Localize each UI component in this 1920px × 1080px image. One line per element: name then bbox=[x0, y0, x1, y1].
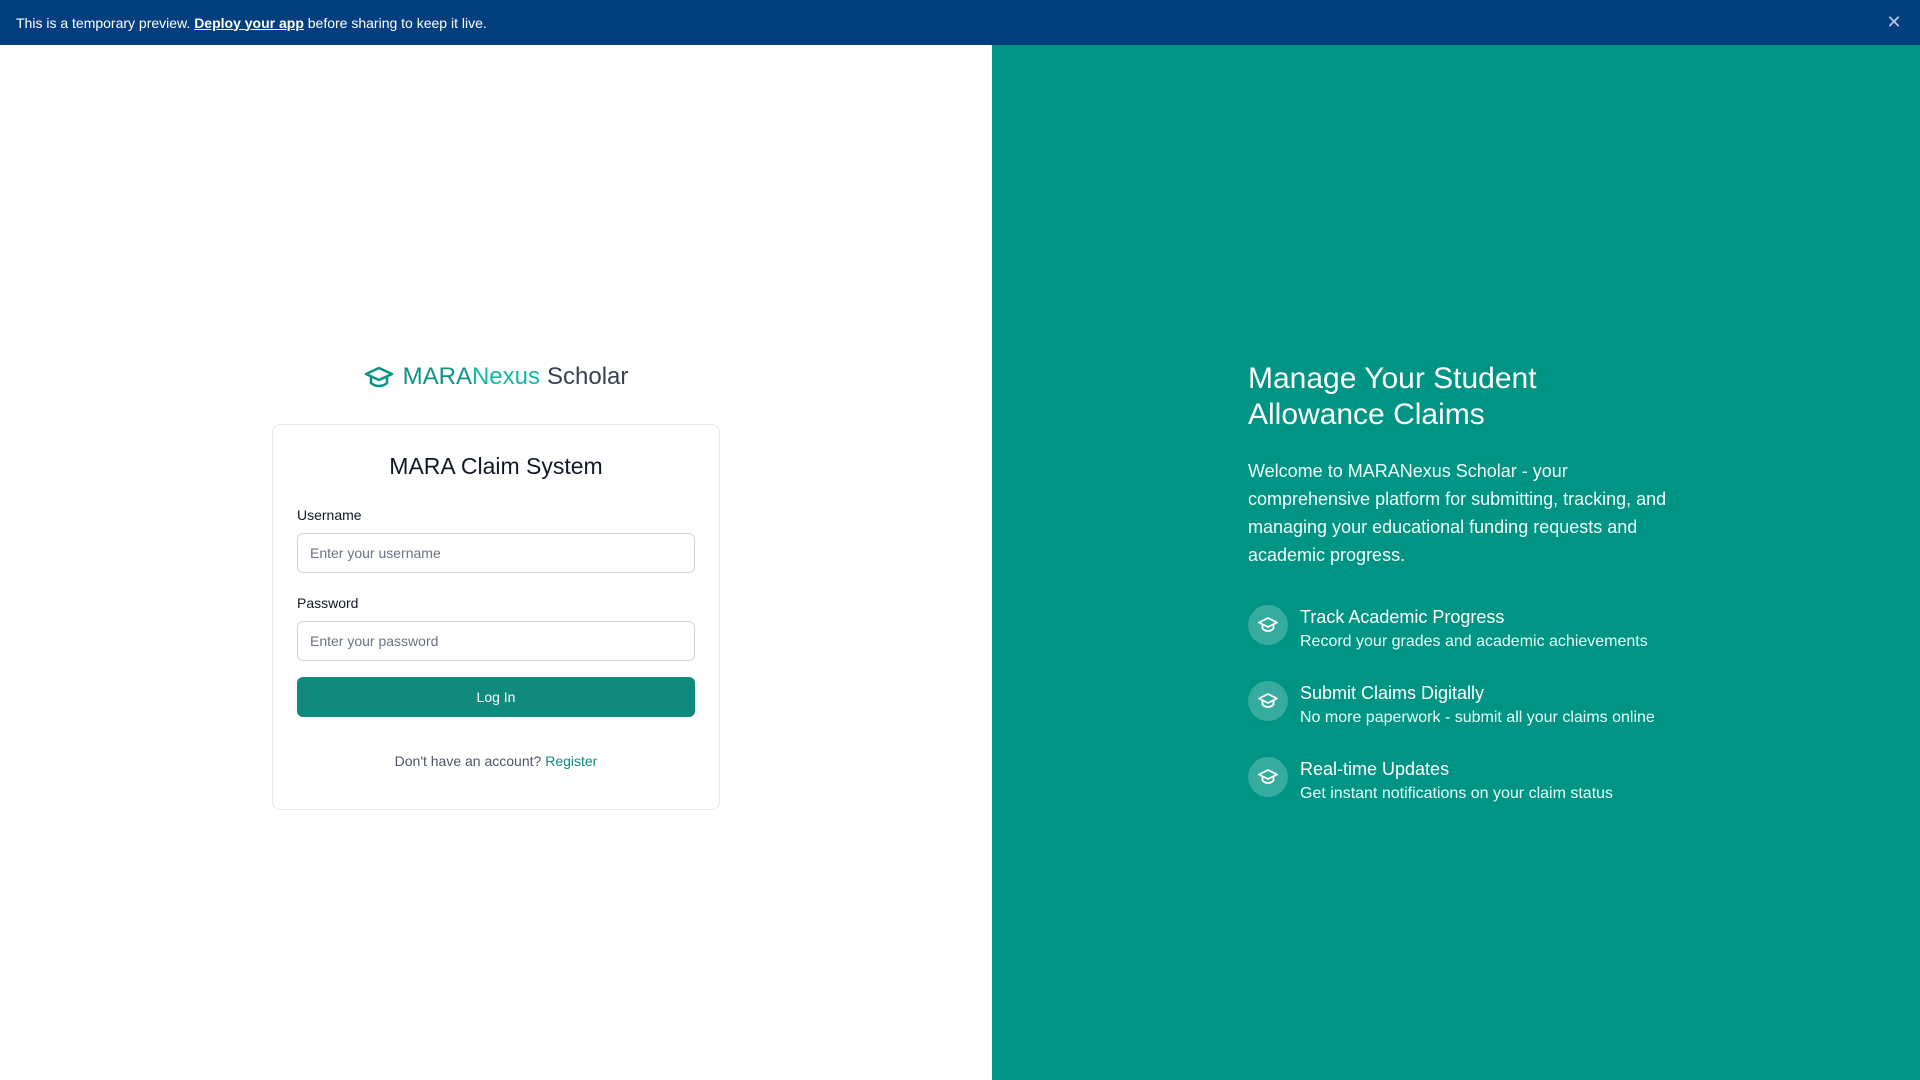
promo-content: Manage Your Student Allowance Claims Wel… bbox=[1248, 361, 1688, 833]
brand-name-scholar: Scholar bbox=[547, 363, 629, 390]
promo-panel: Manage Your Student Allowance Claims Wel… bbox=[992, 45, 1920, 1080]
username-label: Username bbox=[297, 507, 362, 523]
register-prompt: Don't have an account? bbox=[394, 753, 542, 769]
graduation-cap-icon bbox=[1248, 605, 1288, 645]
promo-intro: Welcome to MARANexus Scholar - your comp… bbox=[1248, 461, 1667, 565]
password-input[interactable] bbox=[297, 621, 695, 661]
brand-logo: MARANexus Scholar bbox=[0, 363, 992, 391]
preview-banner: This is a temporary preview. Deploy your… bbox=[0, 0, 1920, 45]
brand-name-nexus: Nexus bbox=[471, 363, 540, 390]
promo-heading: Manage Your Student Allowance Claims bbox=[1248, 362, 1537, 431]
close-icon[interactable]: ✕ bbox=[1884, 12, 1904, 33]
feature-title: Submit Claims Digitally bbox=[1300, 683, 1485, 703]
feature-description: Record your grades and academic achievem… bbox=[1300, 633, 1648, 650]
feature-item: Track Academic Progress Record your grad… bbox=[1248, 605, 1688, 681]
feature-list: Track Academic Progress Record your grad… bbox=[1248, 605, 1688, 833]
login-button[interactable]: Log In bbox=[297, 677, 695, 717]
feature-title: Track Academic Progress bbox=[1300, 607, 1505, 627]
feature-description: No more paperwork - submit all your clai… bbox=[1300, 709, 1655, 726]
brand-name-mara: MARA bbox=[402, 363, 472, 390]
feature-item: Submit Claims Digitally No more paperwor… bbox=[1248, 681, 1688, 757]
graduation-cap-icon bbox=[1248, 757, 1288, 797]
deploy-app-link[interactable]: Deploy your app bbox=[194, 15, 304, 31]
banner-text-before: This is a temporary preview. bbox=[16, 14, 191, 31]
feature-item: Real-time Updates Get instant notificati… bbox=[1248, 757, 1688, 833]
login-panel: MARANexus Scholar MARA Claim System Usern… bbox=[0, 45, 992, 1080]
graduation-cap-icon bbox=[1248, 681, 1288, 721]
login-title: MARA Claim System bbox=[389, 453, 603, 479]
login-card: MARA Claim System Username Password Log … bbox=[272, 424, 720, 810]
username-input[interactable] bbox=[297, 533, 695, 573]
banner-text-after: before sharing to keep it live. bbox=[307, 14, 487, 31]
password-label: Password bbox=[297, 595, 359, 611]
register-row: Don't have an account? Register bbox=[297, 753, 695, 769]
feature-title: Real-time Updates bbox=[1300, 759, 1450, 779]
graduation-cap-icon bbox=[364, 366, 393, 388]
register-link[interactable]: Register bbox=[545, 753, 597, 769]
feature-description: Get instant notifications on your claim … bbox=[1300, 785, 1614, 802]
